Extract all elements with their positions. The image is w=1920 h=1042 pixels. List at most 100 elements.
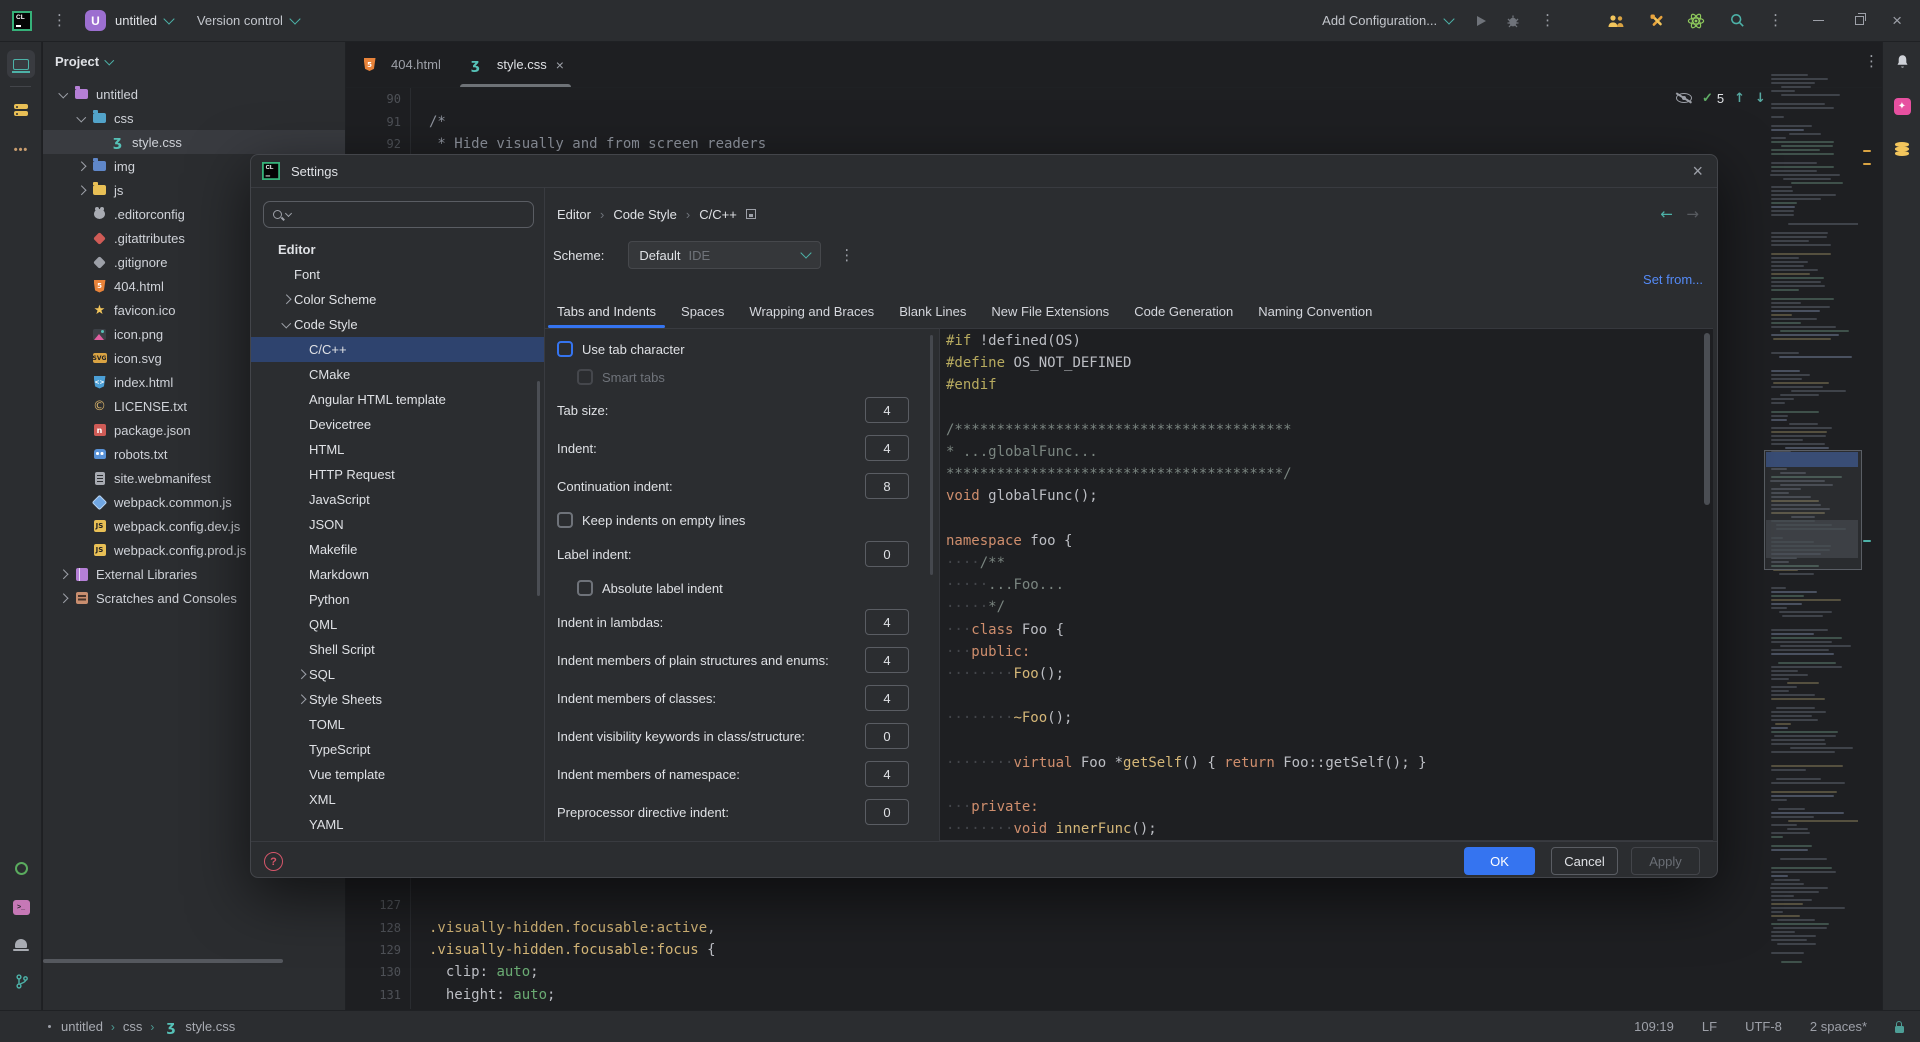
status-path-untitled[interactable]: untitled (61, 1019, 103, 1034)
set-from-link[interactable]: Set from... (1643, 272, 1703, 287)
settings-nav-scrollbar[interactable] (537, 381, 540, 596)
notifications-button[interactable] (1883, 54, 1920, 70)
settings-nav-Makefile[interactable]: Makefile (251, 537, 544, 562)
tab-Naming Convention[interactable]: Naming Convention (1258, 296, 1372, 327)
editor-line-130[interactable]: 130 clip: auto; (346, 961, 1726, 983)
breadcrumb-item-Editor[interactable]: Editor (557, 207, 591, 222)
tab-Code Generation[interactable]: Code Generation (1134, 296, 1233, 327)
settings-nav-QML[interactable]: QML (251, 612, 544, 637)
breadcrumb-item-C/C++[interactable]: C/C++ (699, 207, 737, 222)
tab-Tabs and Indents[interactable]: Tabs and Indents (557, 296, 656, 327)
run-configuration-widget[interactable]: Add Configuration... (1322, 13, 1453, 28)
dialog-close-icon[interactable]: × (1692, 161, 1703, 182)
project-panel-header[interactable]: Project (43, 42, 345, 69)
settings-nav-TOML[interactable]: TOML (251, 712, 544, 737)
settings-nav-JavaScript[interactable]: JavaScript (251, 487, 544, 512)
settings-nav-Angular HTML template[interactable]: Angular HTML template (251, 387, 544, 412)
scheme-dropdown[interactable]: Default IDE (628, 241, 821, 269)
restore-window-icon[interactable] (1855, 16, 1864, 25)
number-field[interactable] (865, 647, 909, 673)
editor-line-92[interactable]: 92 * Hide visually and from screen reade… (346, 133, 1726, 155)
back-arrow-icon[interactable]: ← (1660, 205, 1673, 223)
chevron-down-icon[interactable] (281, 319, 290, 328)
chevron-down-icon[interactable] (58, 88, 67, 97)
number-field[interactable] (865, 473, 909, 499)
stripe-info-mark[interactable] (1863, 540, 1871, 542)
checkbox[interactable] (557, 341, 573, 357)
settings-nav-YAML[interactable]: YAML (251, 812, 544, 837)
number-field[interactable] (865, 685, 909, 711)
run-play-icon[interactable] (1477, 16, 1486, 26)
editor-line-90[interactable]: 90 (346, 88, 1726, 110)
settings-nav-Editor[interactable]: Editor (251, 237, 544, 262)
number-field[interactable] (865, 761, 909, 787)
settings-nav-C/C++[interactable]: C/C++ (251, 337, 544, 362)
indent-setting[interactable]: 2 spaces* (1810, 1019, 1867, 1034)
checkbox[interactable] (557, 512, 573, 528)
tab-Wrapping and Braces[interactable]: Wrapping and Braces (749, 296, 874, 327)
help-button[interactable]: ? (264, 852, 283, 871)
forward-arrow-icon[interactable]: → (1686, 205, 1699, 223)
settings-nav-HTTP Request[interactable]: HTTP Request (251, 462, 544, 487)
editor-options-icon[interactable]: ⋮ (1864, 54, 1879, 69)
number-field[interactable] (865, 723, 909, 749)
code-with-me-icon[interactable] (1607, 14, 1625, 28)
status-path-css[interactable]: css (123, 1019, 143, 1034)
form-scrollbar[interactable] (930, 335, 933, 575)
tree-item-untitled[interactable]: untitled (43, 82, 345, 106)
settings-nav-CMake[interactable]: CMake (251, 362, 544, 387)
search-everywhere-icon[interactable] (1730, 13, 1745, 28)
cancel-button[interactable]: Cancel (1551, 847, 1618, 875)
project-tool-button[interactable] (0, 50, 42, 78)
settings-nav-Shell Script[interactable]: Shell Script (251, 637, 544, 662)
number-field[interactable] (865, 397, 909, 423)
number-field[interactable] (865, 541, 909, 567)
settings-nav-Python[interactable]: Python (251, 587, 544, 612)
settings-nav-Color Scheme[interactable]: Color Scheme (251, 287, 544, 312)
inspection-widget[interactable]: ✓ 5 ↑ ↓ (1676, 88, 1766, 108)
minimap-viewport[interactable] (1764, 450, 1862, 570)
highlighting-eye-icon[interactable] (1676, 93, 1692, 103)
settings-nav-JSON[interactable]: JSON (251, 512, 544, 537)
project-widget[interactable]: untitled (115, 13, 173, 28)
debug-bug-icon[interactable] (1506, 14, 1520, 28)
scheme-actions-icon[interactable]: ⋮ (839, 248, 854, 263)
apply-button[interactable]: Apply (1631, 847, 1700, 875)
file-encoding[interactable]: UTF-8 (1745, 1019, 1782, 1034)
editor-line-131[interactable]: 131 height: auto; (346, 984, 1726, 1006)
settings-breadcrumb[interactable]: Editor›Code Style›C/C++ (557, 202, 756, 226)
editor-tab-style.css[interactable]: ʒstyle.css× (454, 42, 577, 87)
status-breadcrumb[interactable]: untitled›css›ʒstyle.css (61, 1019, 235, 1035)
checkbox[interactable] (577, 580, 593, 596)
settings-nav-Vue template[interactable]: Vue template (251, 762, 544, 787)
tree-item-css[interactable]: css (43, 106, 345, 130)
editor-line-128[interactable]: 128.visually-hidden.focusable:active, (346, 916, 1726, 938)
stripe-warning-mark[interactable] (1863, 150, 1871, 152)
tab-New File Extensions[interactable]: New File Extensions (991, 296, 1109, 327)
caret-position[interactable]: 109:19 (1634, 1019, 1674, 1034)
chevron-down-icon[interactable] (76, 112, 85, 121)
settings-nav-TypeScript[interactable]: TypeScript (251, 737, 544, 762)
editor-code-bottom[interactable]: 127128.visually-hidden.focusable:active,… (346, 894, 1726, 1028)
editor-tab-404.html[interactable]: 5404.html (348, 42, 454, 87)
preview-scrollbar[interactable] (1704, 333, 1710, 505)
settings-nav-Code Style[interactable]: Code Style (251, 312, 544, 337)
settings-button[interactable] (0, 862, 42, 875)
settings-nav-Font[interactable]: Font (251, 262, 544, 287)
settings-nav-SQL[interactable]: SQL (251, 662, 544, 687)
window-options-icon[interactable]: ⋮ (1768, 13, 1783, 28)
build-tools-icon[interactable] (1649, 13, 1665, 29)
tab-Blank Lines[interactable]: Blank Lines (899, 296, 966, 327)
number-field[interactable] (865, 609, 909, 635)
tree-item-style.css[interactable]: ʒstyle.css (43, 130, 345, 154)
status-path-style.css[interactable]: style.css (185, 1019, 235, 1034)
editor-code-top[interactable]: 9091/*92 * Hide visually and from screen… (346, 88, 1726, 155)
vcs-widget[interactable]: Version control (197, 13, 299, 28)
project-avatar[interactable]: U (85, 10, 106, 31)
chevron-right-icon[interactable] (296, 670, 305, 679)
commit-tool-button[interactable] (0, 104, 42, 116)
settings-search-field[interactable] (263, 201, 534, 228)
chevron-right-icon[interactable] (76, 161, 85, 170)
ok-button[interactable]: OK (1464, 847, 1535, 875)
problems-tool-button[interactable] (0, 939, 42, 948)
